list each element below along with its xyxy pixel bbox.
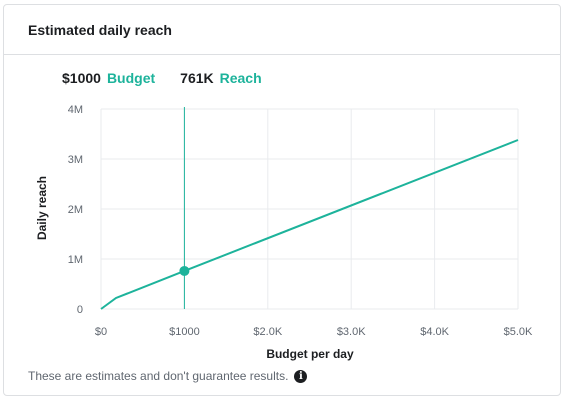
y-tick-label: 0 — [77, 304, 83, 316]
chart-series — [100, 139, 519, 310]
y-tick-label: 3M — [68, 154, 83, 166]
estimate-disclaimer: These are estimates and don't guarantee … — [28, 369, 308, 383]
budget-marker-point[interactable] — [179, 265, 190, 276]
y-tick-label: 4M — [68, 104, 83, 116]
x-tick-label: $4.0K — [420, 326, 449, 338]
reach-line — [100, 139, 519, 310]
y-tick-label: 2M — [68, 204, 83, 216]
x-axis-label: Budget per day — [266, 347, 354, 361]
y-axis-label: Daily reach — [35, 176, 49, 240]
x-tick-label: $0 — [95, 326, 107, 338]
daily-reach-chart[interactable]: 0 1M 2M 3M 4M $0 $1000 $2.0K $3.0K $4.0K $5.0K Bud… — [0, 0, 568, 405]
chart-ticks: 0 1M 2M 3M 4M $0 $1000 $2.0K $3.0K $4.0K $5.0K — [68, 104, 533, 338]
x-tick-label: $3.0K — [337, 326, 366, 338]
x-tick-label: $1000 — [169, 326, 200, 338]
y-tick-label: 1M — [68, 254, 83, 266]
disclaimer-text: These are estimates and don't guarantee … — [28, 369, 289, 383]
info-icon[interactable]: i — [294, 369, 308, 383]
x-tick-label: $5.0K — [504, 326, 533, 338]
x-tick-label: $2.0K — [253, 326, 282, 338]
chart-marker[interactable] — [179, 107, 190, 309]
